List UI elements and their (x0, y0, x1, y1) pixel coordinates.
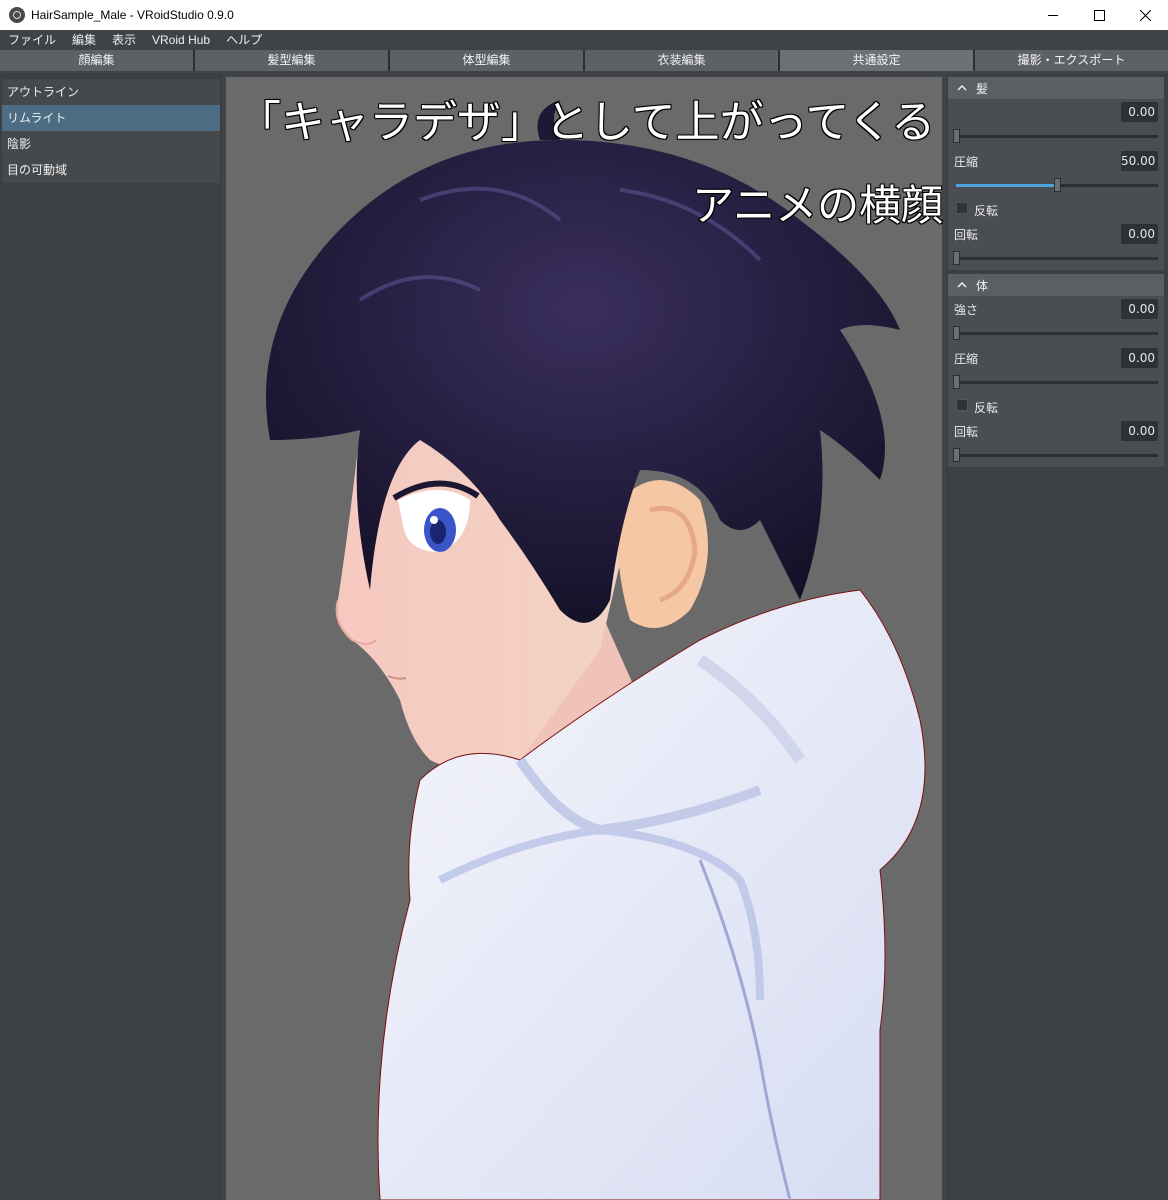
hair-strength-row: 0.00 (948, 99, 1164, 125)
hair-rotate-input[interactable]: 0.00 (1121, 224, 1158, 244)
category-outline[interactable]: アウトライン (2, 79, 220, 105)
body-strength-row: 強さ 0.00 (948, 296, 1164, 322)
overlay-caption-sub: アニメの横顔 (691, 180, 944, 231)
chevron-up-icon (948, 85, 976, 91)
body-compress-input[interactable]: 0.00 (1121, 348, 1158, 368)
slider-track (953, 251, 1158, 265)
maximize-button[interactable] (1076, 0, 1122, 30)
slider-track (953, 326, 1158, 340)
tab-outfit-edit[interactable]: 衣装編集 (585, 50, 778, 71)
slider-fill (956, 184, 1057, 187)
group-title-body: 体 (976, 278, 989, 293)
body-rotate-label: 回転 (954, 425, 979, 439)
left-panel: アウトライン リムライト 陰影 目の可動域 (0, 73, 222, 1200)
tab-common-settings[interactable]: 共通設定 (780, 50, 973, 71)
hair-compress-row: 圧縮 50.00 (948, 148, 1164, 174)
hair-invert-row: 反転 (948, 197, 1164, 221)
menu-file[interactable]: ファイル (0, 30, 64, 50)
menu-view[interactable]: 表示 (104, 30, 144, 50)
hair-rotate-row: 回転 0.00 (948, 221, 1164, 247)
slider-track (953, 448, 1158, 462)
minimize-icon (1048, 14, 1058, 16)
character-render (266, 100, 926, 1200)
body-invert-row: 反転 (948, 394, 1164, 418)
body-compress-slider[interactable] (948, 371, 1164, 394)
category-eye-range[interactable]: 目の可動域 (2, 157, 220, 183)
body-strength-slider[interactable] (948, 322, 1164, 345)
hair-rotate-label: 回転 (954, 228, 979, 242)
hair-invert-label: 反転 (974, 204, 999, 218)
body-rotate-input[interactable]: 0.00 (1121, 421, 1158, 441)
slider-thumb[interactable] (953, 129, 960, 143)
hair-strength-slider[interactable] (948, 125, 1164, 148)
slider-thumb[interactable] (953, 251, 960, 265)
app-logo-icon (9, 7, 25, 23)
slider-thumb[interactable] (953, 326, 960, 340)
settings-category-list: アウトライン リムライト 陰影 目の可動域 (2, 79, 220, 183)
group-title-hair: 髪 (976, 81, 989, 96)
body-compress-row: 圧縮 0.00 (948, 345, 1164, 371)
hair-strength-input[interactable]: 0.00 (1121, 102, 1158, 122)
maximize-icon (1093, 9, 1105, 21)
body-invert-label: 反転 (974, 401, 999, 415)
menu-help[interactable]: ヘルプ (218, 30, 270, 50)
group-header-body[interactable]: 体 (948, 274, 1164, 296)
title-bar: HairSample_Male - VRoidStudio 0.9.0 (0, 0, 1168, 30)
mode-tabs: 顔編集 髪型編集 体型編集 衣装編集 共通設定 撮影・エクスポート (0, 50, 1168, 71)
tab-body-edit[interactable]: 体型編集 (390, 50, 583, 71)
tab-face-edit[interactable]: 顔編集 (0, 50, 193, 71)
overlay-caption-main: 「キャラデザ」として上がってくる (236, 96, 936, 149)
slider-track (953, 375, 1158, 389)
category-shading[interactable]: 陰影 (2, 131, 220, 157)
body-compress-label: 圧縮 (954, 352, 979, 366)
hair-rotate-slider[interactable] (948, 247, 1164, 270)
slider-thumb[interactable] (953, 375, 960, 389)
window-title: HairSample_Male - VRoidStudio 0.9.0 (31, 8, 234, 22)
menu-edit[interactable]: 編集 (64, 30, 104, 50)
close-icon (1139, 9, 1151, 21)
hair-compress-label: 圧縮 (954, 155, 979, 169)
body-rotate-row: 回転 0.00 (948, 418, 1164, 444)
slider-track (953, 129, 1158, 143)
body-rotate-slider[interactable] (948, 444, 1164, 467)
hair-invert-checkbox[interactable] (956, 202, 968, 214)
tab-photo-export[interactable]: 撮影・エクスポート (975, 50, 1168, 71)
slider-track (956, 178, 1158, 192)
body-strength-input[interactable]: 0.00 (1121, 299, 1158, 319)
hair-compress-input[interactable]: 50.00 (1121, 151, 1158, 171)
chevron-up-icon (948, 282, 976, 288)
rimlight-body-group: 体 強さ 0.00 圧縮 0.00 反転 回転 0.00 (948, 274, 1164, 467)
hair-compress-slider[interactable] (948, 174, 1164, 197)
group-header-hair[interactable]: 髪 (948, 77, 1164, 99)
category-rim-light[interactable]: リムライト (2, 105, 220, 131)
body-strength-label: 強さ (954, 303, 979, 317)
close-button[interactable] (1122, 0, 1168, 30)
body-invert-checkbox[interactable] (956, 399, 968, 411)
menu-bar: ファイル 編集 表示 VRoid Hub ヘルプ (0, 30, 1168, 50)
minimize-button[interactable] (1030, 0, 1076, 30)
right-panel: 髪 0.00 圧縮 50.00 反転 回転 0.00 体 強さ 0.00 圧縮 … (946, 73, 1168, 1200)
slider-thumb[interactable] (1054, 178, 1061, 192)
menu-vroid-hub[interactable]: VRoid Hub (144, 30, 218, 50)
tab-hair-edit[interactable]: 髪型編集 (195, 50, 388, 71)
3d-viewport[interactable] (226, 77, 942, 1200)
rimlight-hair-group: 髪 0.00 圧縮 50.00 反転 回転 0.00 (948, 77, 1164, 270)
slider-thumb[interactable] (953, 448, 960, 462)
